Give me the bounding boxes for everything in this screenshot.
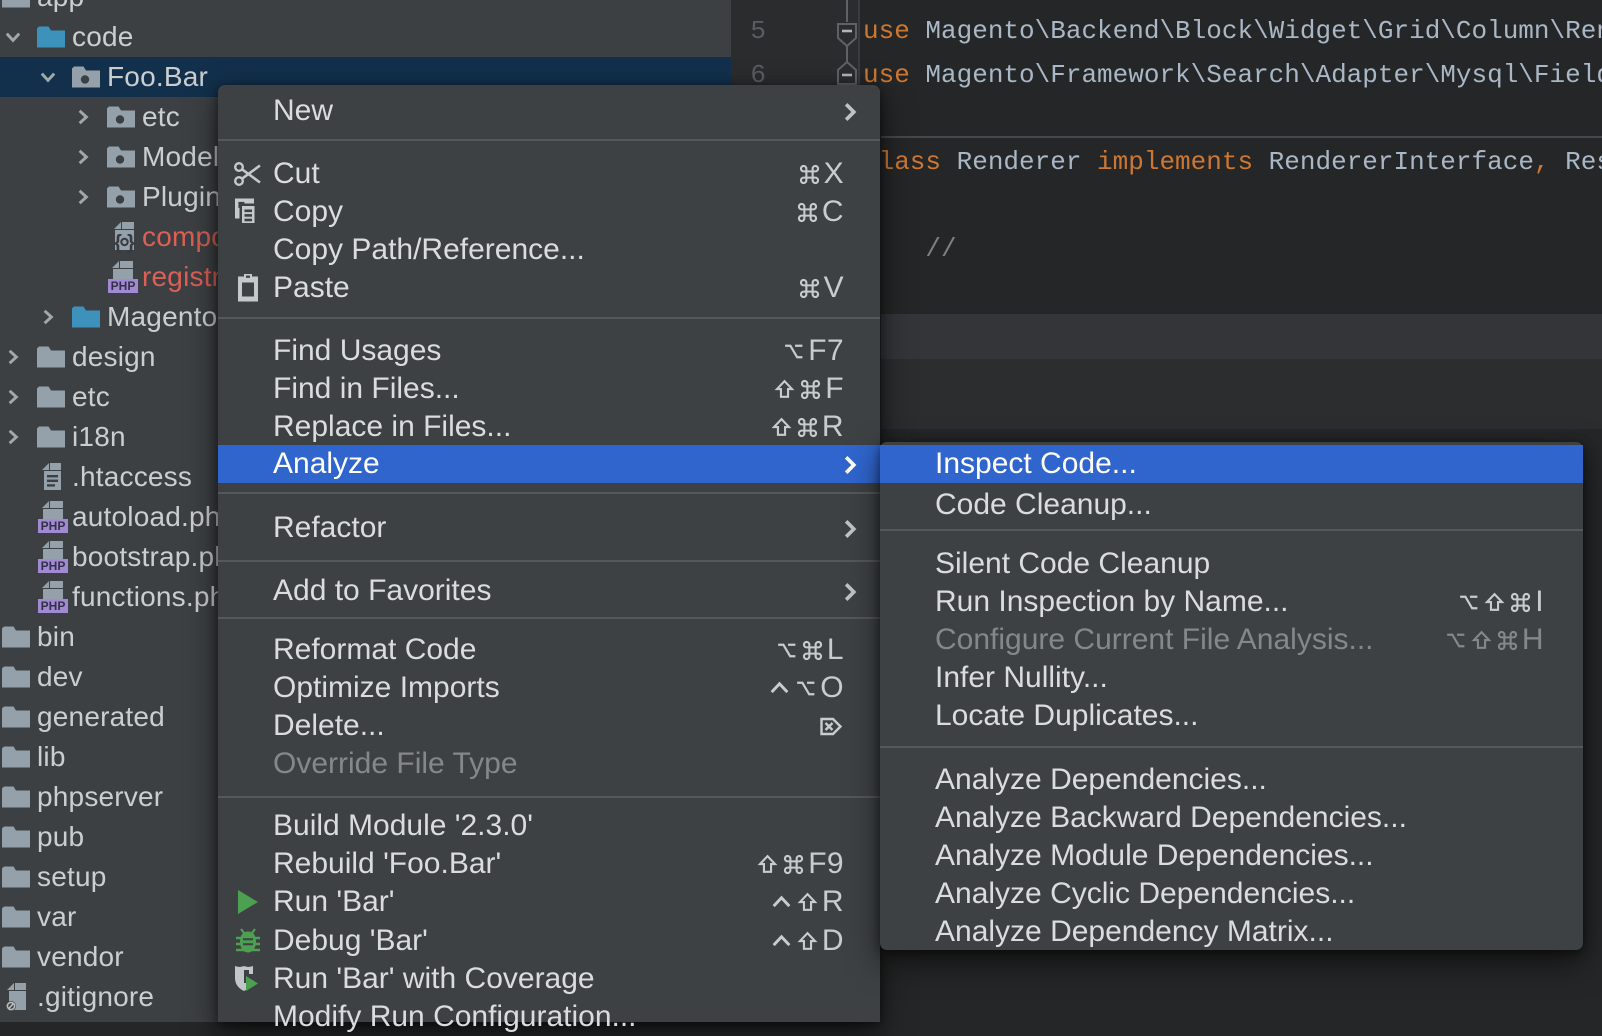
svg-text:PHP: PHP [41,559,66,573]
svg-text:PHP: PHP [111,279,136,293]
svg-text:PHP: PHP [41,599,66,613]
svg-text:PHP: PHP [41,519,66,533]
